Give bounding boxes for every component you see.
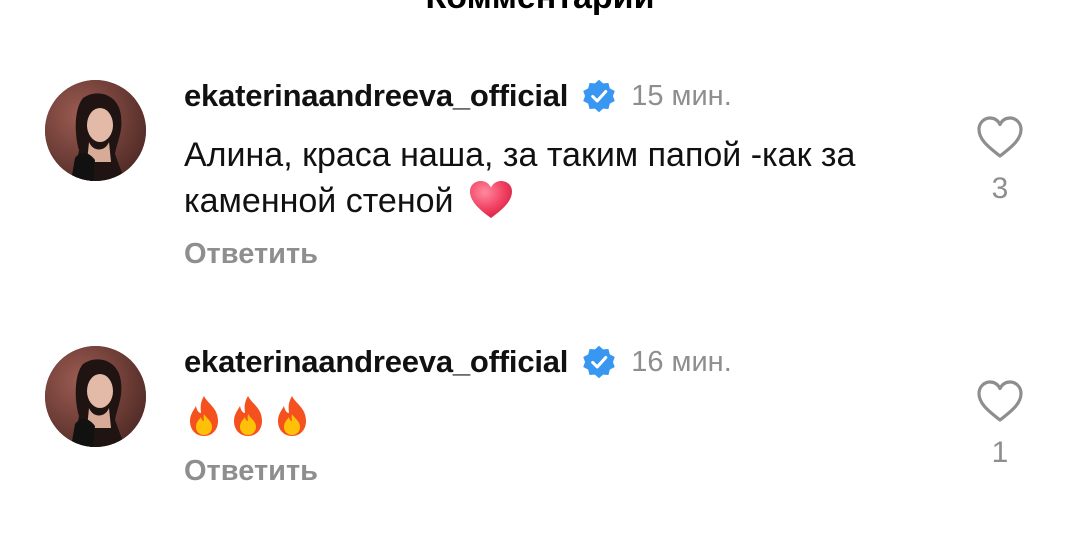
comment-text: Алина, краса наша, за таким папой -как з… [184,132,944,224]
username[interactable]: ekaterinaandreeva_official [184,344,568,380]
comment-meta: ekaterinaandreeva_official 15 мин. [184,76,732,116]
like-column: 3 [960,114,1040,206]
avatar[interactable] [45,346,146,447]
heart-emoji-icon [469,180,513,220]
like-heart-icon[interactable] [975,378,1025,424]
comment-body: Алина, краса наша, за таким папой -как з… [184,136,856,220]
fire-emoji-icon [228,394,268,438]
reply-button[interactable]: Ответить [184,238,318,271]
comment-meta: ekaterinaandreeva_official 16 мин. [184,342,732,382]
comment-time: 15 мин. [631,79,732,112]
username[interactable]: ekaterinaandreeva_official [184,78,568,114]
like-count: 3 [991,172,1009,205]
reply-button[interactable]: Ответить [184,455,318,488]
fire-emoji-icon [184,394,224,438]
like-column: 1 [960,378,1040,470]
avatar[interactable] [45,80,146,181]
verified-badge-icon [581,78,617,114]
page-title: Комментарии [0,0,1080,17]
comment-emojis [184,394,312,438]
fire-emoji-icon [272,394,312,438]
comment-time: 16 мин. [631,345,732,378]
verified-badge-icon [581,344,617,380]
like-heart-icon[interactable] [975,114,1025,160]
like-count: 1 [991,436,1009,469]
